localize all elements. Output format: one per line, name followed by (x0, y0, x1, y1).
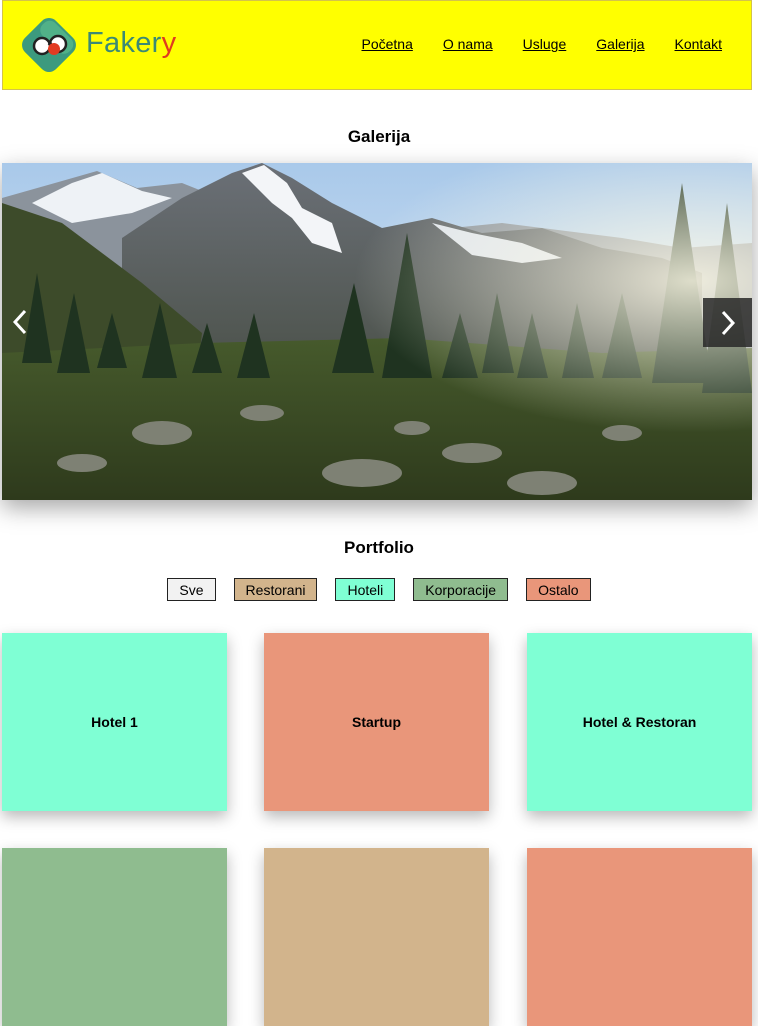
gallery-title: Galerija (347, 127, 411, 146)
portfolio-title: Portfolio (344, 538, 414, 557)
portfolio-item[interactable] (2, 848, 227, 1026)
logo[interactable]: Fakery (18, 15, 178, 75)
nav-usluge[interactable]: Usluge (523, 36, 567, 52)
nav-galerija[interactable]: Galerija (596, 36, 644, 52)
logo-text: Fakery (86, 27, 177, 59)
slider-next-button[interactable] (703, 298, 752, 347)
site-header: Fakery Početna O nama Usluge Galerija Ko… (2, 0, 752, 90)
filter-korporacije[interactable]: Korporacije (413, 578, 509, 601)
slider-prev-button[interactable] (2, 298, 38, 346)
portfolio-item[interactable]: Hotel 1 (2, 633, 227, 811)
chevron-left-icon (12, 309, 27, 335)
main-nav: Početna O nama Usluge Galerija Kontakt (361, 36, 722, 52)
nav-kontakt[interactable]: Kontakt (675, 36, 722, 52)
portfolio-item[interactable] (264, 848, 489, 1026)
nav-pocetna[interactable]: Početna (361, 36, 412, 52)
logo-icon (22, 18, 76, 72)
filter-hoteli[interactable]: Hoteli (335, 578, 396, 601)
portfolio-filters: Sve Restorani Hoteli Korporacije Ostalo (0, 578, 758, 601)
gallery-slider[interactable] (2, 163, 752, 500)
nav-o-nama[interactable]: O nama (443, 36, 493, 52)
filter-sve[interactable]: Sve (167, 578, 216, 601)
portfolio-item[interactable]: Startup (264, 633, 489, 811)
portfolio-item[interactable] (527, 848, 752, 1026)
slider-image (2, 163, 752, 500)
filter-ostalo[interactable]: Ostalo (526, 578, 591, 601)
chevron-right-icon (721, 310, 735, 335)
filter-restorani[interactable]: Restorani (233, 578, 318, 601)
portfolio-item[interactable]: Hotel & Restoran (527, 633, 752, 811)
